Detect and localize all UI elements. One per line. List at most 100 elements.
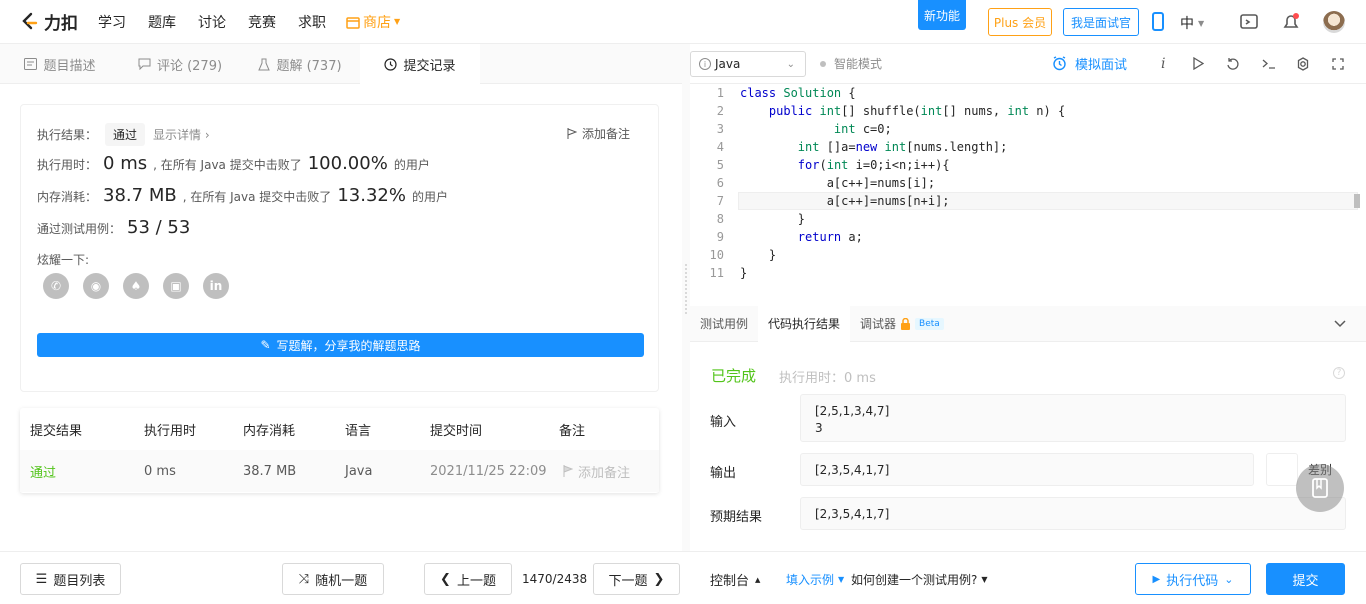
- prev-problem-button[interactable]: ❮ 上一题: [424, 563, 512, 595]
- tab-solutions-label: 题解 (737): [276, 58, 342, 74]
- add-note-button[interactable]: 添加备注: [567, 125, 630, 142]
- line-number: 4: [716, 140, 724, 154]
- run-exec-time: 执行用时：0 ms: [779, 371, 876, 386]
- runtime-beat-text: , 在所有 Java 提交中击败了: [153, 158, 302, 172]
- fullscreen-icon[interactable]: [1332, 57, 1344, 70]
- input-line-1: [2,5,1,3,4,7]: [815, 404, 890, 418]
- random-problem-button[interactable]: ⤨ 随机一题: [282, 563, 384, 595]
- code-line[interactable]: public int[] shuffle(int[] nums, int n) …: [740, 104, 1065, 118]
- problem-list-button[interactable]: ☰ 题目列表: [20, 563, 121, 595]
- tab-description-label: 题目描述: [43, 58, 96, 74]
- mock-interview-button[interactable]: 模拟面试: [1052, 54, 1127, 73]
- memory-percentile: 13.32%: [337, 185, 406, 206]
- terminal-icon[interactable]: [1262, 57, 1276, 70]
- flag-icon: [563, 465, 573, 477]
- new-feature-badge[interactable]: 新功能: [918, 0, 966, 30]
- show-details-link[interactable]: 显示详情 ›: [153, 126, 210, 143]
- output-box: [2,3,5,4,1,7]: [800, 453, 1254, 486]
- table-row: 通过 0 ms 38.7 MB Java 2021/11/25 22:09 添加…: [20, 450, 659, 492]
- row-result-link[interactable]: 通过: [30, 462, 56, 481]
- tab-description[interactable]: 题目描述: [0, 44, 120, 84]
- notebook-float-button[interactable]: [1296, 464, 1344, 512]
- nav-shop[interactable]: 商店 ▼: [346, 12, 400, 32]
- code-line[interactable]: }: [740, 266, 747, 280]
- chevron-down-icon: ⌄: [786, 58, 795, 70]
- pane-resizer[interactable]: [682, 44, 690, 551]
- line-number: 7: [716, 194, 724, 208]
- tab-solutions[interactable]: 题解 (737): [240, 44, 360, 84]
- language-switch[interactable]: 中 ▼: [1180, 13, 1204, 33]
- chevron-down-icon[interactable]: [1334, 319, 1346, 328]
- code-editor[interactable]: 1 2 3 4 5 6 7 8 9 10 11 class Solution { public in…: [690, 84, 1366, 306]
- code-line[interactable]: for(int i=0;i<n;i++){: [740, 158, 950, 172]
- submit-button[interactable]: 提交: [1266, 563, 1345, 595]
- interviewer-button[interactable]: 我是面试官: [1063, 8, 1139, 36]
- caret-down-icon: ▼: [394, 17, 401, 26]
- scroll-marker[interactable]: [1354, 194, 1360, 208]
- result-label: 执行结果：: [37, 128, 98, 142]
- result-status-row: 执行结果： 通过 显示详情 ›: [37, 123, 210, 146]
- how-to-testcase-link[interactable]: 如何创建一个测试用例? ▼: [851, 571, 988, 588]
- next-problem-button[interactable]: 下一题 ❯: [593, 563, 680, 595]
- code-line[interactable]: }: [740, 248, 776, 262]
- wechat-icon[interactable]: ✆: [43, 273, 69, 299]
- runtime-row: 执行用时： 0 ms , 在所有 Java 提交中击败了 100.00% 的用户: [37, 153, 430, 174]
- play-outline-icon[interactable]: [1192, 57, 1204, 70]
- tab-testcase[interactable]: 测试用例: [690, 306, 758, 342]
- code-line[interactable]: class Solution {: [740, 86, 856, 100]
- memory-row: 内存消耗： 38.7 MB , 在所有 Java 提交中击败了 13.32% 的…: [37, 185, 448, 206]
- playground-icon[interactable]: [1239, 12, 1259, 32]
- nav-learn[interactable]: 学习: [98, 12, 126, 32]
- code-line[interactable]: a[c++]=nums[i];: [740, 176, 935, 190]
- qq-icon[interactable]: ♠: [123, 273, 149, 299]
- editor-toolbar: i Java ⌄ 智能模式 模拟面试 i: [690, 44, 1366, 84]
- mobile-icon[interactable]: [1151, 12, 1165, 32]
- nav-discuss[interactable]: 讨论: [198, 12, 226, 32]
- line-number: 6: [716, 176, 724, 190]
- drag-handle[interactable]: [685, 264, 687, 314]
- output-label: 输出: [710, 466, 737, 481]
- plus-member-button[interactable]: Plus 会员: [988, 8, 1052, 36]
- run-code-button[interactable]: ▶ 执行代码 ⌄: [1135, 563, 1251, 595]
- code-line[interactable]: int c=0;: [740, 122, 892, 136]
- row-add-note-button[interactable]: 添加备注: [563, 462, 630, 481]
- code-line[interactable]: }: [740, 212, 805, 226]
- nav-jobs[interactable]: 求职: [298, 12, 326, 32]
- testcases-value: 53 / 53: [127, 217, 191, 238]
- linkedin-icon[interactable]: in: [203, 273, 229, 299]
- fill-example-button[interactable]: 填入示例 ▼: [786, 571, 844, 588]
- gear-icon[interactable]: [1296, 56, 1310, 71]
- diff-switch[interactable]: [1266, 453, 1298, 486]
- testcases-row: 通过测试用例： 53 / 53: [37, 217, 196, 238]
- logo[interactable]: 力扣: [20, 9, 78, 34]
- language-select[interactable]: i Java ⌄: [690, 51, 806, 77]
- memory-label: 内存消耗：: [37, 190, 98, 204]
- smart-mode-toggle[interactable]: 智能模式: [820, 55, 882, 72]
- nav-contest[interactable]: 竞赛: [248, 12, 276, 32]
- code-line[interactable]: int []a=new int[nums.length];: [740, 140, 1008, 154]
- result-card: 执行结果： 通过 显示详情 › 添加备注 执行用时： 0 ms , 在所有 Ja…: [20, 104, 659, 392]
- tab-debugger[interactable]: 调试器 Beta: [850, 306, 954, 342]
- avatar[interactable]: [1323, 11, 1345, 33]
- header-language: 语言: [345, 423, 372, 439]
- info-italic-icon[interactable]: i: [1161, 56, 1165, 72]
- weibo-icon[interactable]: ◉: [83, 273, 109, 299]
- expected-box: [2,3,5,4,1,7]: [800, 497, 1346, 530]
- lock-icon: [901, 317, 911, 330]
- reset-icon[interactable]: [1226, 57, 1240, 71]
- row-add-note-label: 添加备注: [578, 465, 631, 481]
- bell-icon[interactable]: [1282, 12, 1300, 32]
- write-solution-button[interactable]: ✎ 写题解，分享我的解题思路: [37, 333, 644, 357]
- douban-icon[interactable]: ▣: [163, 273, 189, 299]
- tab-submissions[interactable]: 提交记录: [360, 44, 480, 84]
- tab-comments[interactable]: 评论 (279): [120, 44, 240, 84]
- tab-run-result[interactable]: 代码执行结果: [758, 305, 851, 342]
- console-toggle[interactable]: 控制台 ▲: [710, 570, 760, 589]
- runtime-label: 执行用时：: [37, 158, 98, 172]
- help-icon[interactable]: ?: [1333, 367, 1345, 379]
- caret-up-icon: ▲: [755, 575, 761, 584]
- nav-problems[interactable]: 题库: [148, 12, 176, 32]
- code-line[interactable]: return a;: [740, 230, 863, 244]
- dot-icon: [820, 60, 826, 67]
- code-line[interactable]: a[c++]=nums[n+i];: [740, 194, 950, 208]
